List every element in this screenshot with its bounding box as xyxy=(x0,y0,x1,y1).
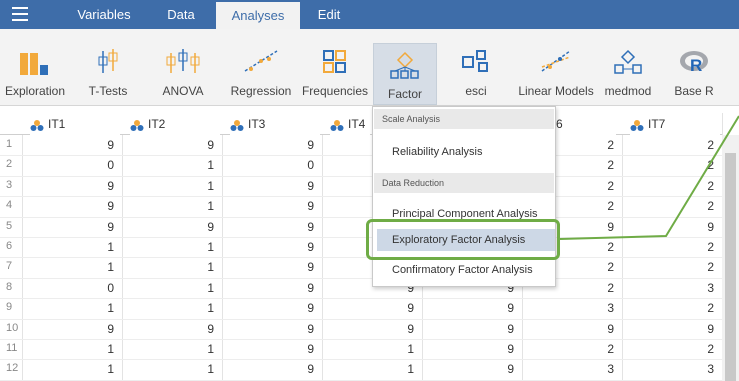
callout-pointer-line xyxy=(559,115,739,240)
